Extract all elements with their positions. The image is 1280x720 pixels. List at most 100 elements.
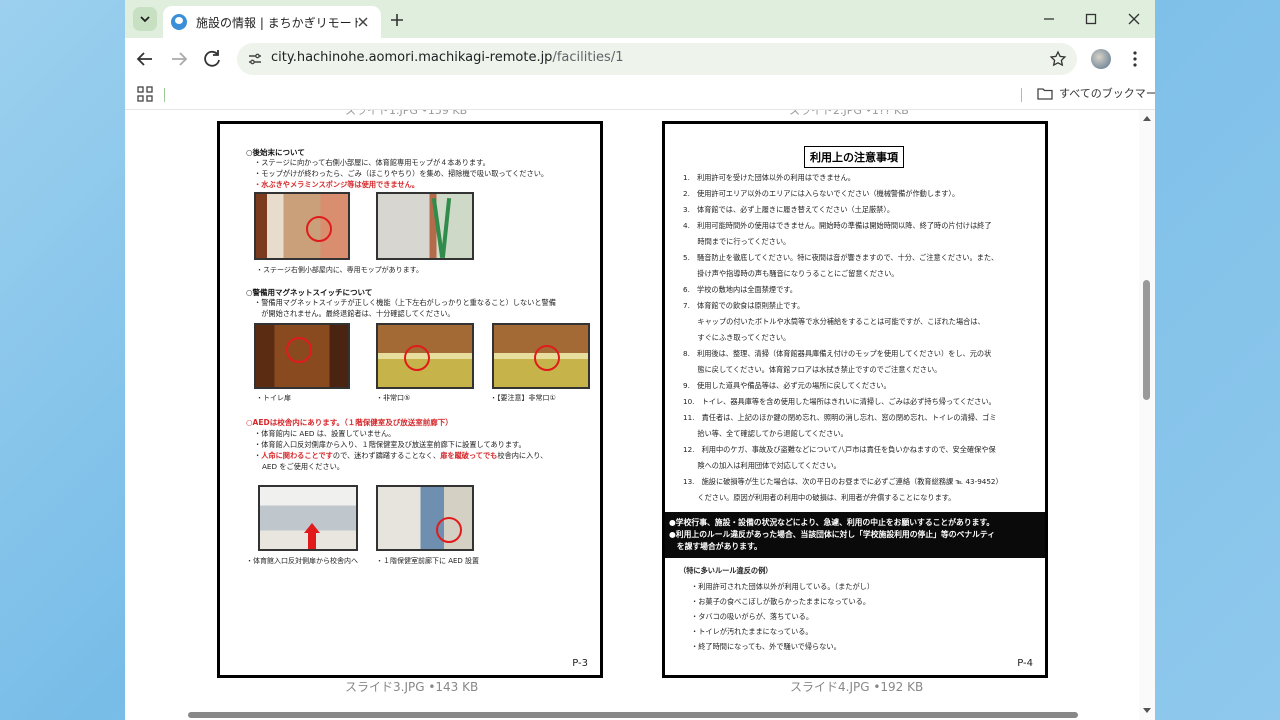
section-title-aed: ○AEDは校舎内にあります。（１階保健室及び放送室前廊下） (246, 418, 453, 427)
notice-line: ●学校行事、施設・設備の状況などにより、急遽、利用の中止をお願いすることがありま… (669, 518, 995, 527)
profile-avatar[interactable] (1091, 49, 1111, 69)
text-line: ・体育館入口反対側扉から入り、１階保健室及び放送室前廊下に設置してあります。 (254, 440, 526, 449)
folder-icon (1037, 87, 1053, 100)
photo-exit-5 (376, 323, 474, 389)
warning-line: ・水ぶきやメラミンスポンジ等は使用できません。 (254, 180, 419, 189)
violation-item: ・終了時間になっても、外で騒いで帰らない。 (691, 642, 841, 651)
page-content: スライド1.JPG •159 KB スライド2.JPG •1?? KB ○後始末… (125, 110, 1155, 720)
active-tab[interactable]: 施設の情報 | まちかぎリモート (163, 6, 381, 38)
tab-title: 施設の情報 | まちかぎリモート (196, 15, 358, 30)
violation-item: ・トイレが汚れたままになっている。 (691, 627, 813, 636)
highlight-circle (286, 337, 312, 363)
highlight-circle (436, 517, 462, 543)
rule-line: 12. 利用中のケガ、事故及び盗難などについて八戸市は責任を負いかねますので、安… (683, 445, 996, 454)
rule-line: 5. 騒音防止を徹底してください。特に夜間は音が響きますので、十分、ご注意くださ… (683, 253, 999, 262)
rule-line: 11. 責任者は、上記のほか鍵の閉め忘れ、照明の消し忘れ、窓の閉め忘れ、トイレの… (683, 413, 997, 422)
slide-title: 利用上の注意事項 (804, 146, 904, 168)
violations-title: （特に多いルール違反の例） (679, 566, 773, 575)
title-bar: 施設の情報 | まちかぎリモート (125, 0, 1155, 38)
vertical-scrollbar[interactable] (1139, 110, 1155, 720)
browser-window: 施設の情報 | まちかぎリモート city.hachinohe.aomori.m… (125, 0, 1155, 720)
text: ので、迷わず躊躇することなく、 (332, 451, 441, 460)
notice-band: ●学校行事、施設・設備の状況などにより、急遽、利用の中止をお願いすることがありま… (665, 512, 1045, 558)
page-number: P-3 (572, 658, 588, 669)
violation-item: ・お菓子の食べこぼしが散らかったままになっている。 (691, 597, 871, 606)
highlight-circle (306, 216, 332, 242)
more-menu-icon[interactable] (1125, 49, 1145, 69)
address-bar[interactable]: city.hachinohe.aomori.machikagi-remote.j… (237, 43, 1077, 75)
photo-exit-1 (492, 323, 590, 389)
photo-stage-room (254, 192, 350, 260)
rule-line: 10. トイレ、器具庫等を含め使用した場所はきれいに清掃し、ごみは必ず持ち帰って… (683, 397, 996, 406)
scroll-up-icon[interactable] (1142, 114, 1152, 122)
rule-line: 9. 使用した道具や備品等は、必ず元の場所に戻してください。 (683, 381, 891, 390)
rule-line: 掛け声や指導時の声も騒音になりうることにご留意ください。 (683, 269, 899, 278)
reload-icon[interactable] (200, 47, 224, 71)
rule-line: 13. 施設に破損等が生じた場合は、次の平日のお昼までに必ずご連絡（教育総務課 … (683, 477, 1003, 486)
text-line: が開始されません。最終退館者は、十分確認してください。 (254, 309, 455, 318)
back-arrow-icon[interactable] (133, 47, 157, 71)
text-line: ・体育館内に AED は、設置していません。 (254, 429, 396, 438)
url-host: city.hachinohe.aomori.machikagi-remote.j… (271, 50, 553, 65)
scrollbar-thumb[interactable] (1143, 280, 1150, 400)
photo-caption: ・非常口⑤ (376, 394, 411, 402)
photo-gym-entrance (258, 485, 358, 551)
slide-caption-top-right: スライド2.JPG •1?? KB (789, 110, 909, 117)
rule-line: 8. 利用後は、整理、清掃（体育館器具庫備え付けのモップを使用してください）をし… (683, 349, 992, 358)
chevron-down-icon (140, 16, 150, 23)
bookmarks-divider (1021, 88, 1022, 102)
minimize-icon[interactable] (1038, 8, 1060, 30)
rule-line: 態に戻してください。体育館フロアは水拭き禁止ですのでご注意ください。 (683, 365, 942, 374)
slide-caption-top-left: スライド1.JPG •159 KB (345, 110, 468, 117)
site-favicon-icon (171, 14, 187, 30)
url-text[interactable]: city.hachinohe.aomori.machikagi-remote.j… (271, 50, 623, 65)
photo-mops (376, 192, 474, 260)
highlight-circle (404, 345, 430, 371)
red-text: 人命に関わることです (261, 451, 333, 460)
text-line: AED をご使用ください。 (262, 462, 344, 471)
apps-grid-icon[interactable] (137, 86, 153, 102)
close-icon[interactable] (355, 14, 371, 30)
photo-caption: ・【要注意】非常口① (490, 394, 556, 402)
bookmarks-divider (164, 88, 165, 102)
tab-search-button[interactable] (133, 7, 157, 31)
all-bookmarks-button[interactable]: すべてのブックマーク (1037, 85, 1155, 101)
arrow-stem (308, 533, 316, 549)
rule-line: ください。原因が利用者の利用中の破損は、利用者が弁償することになります。 (683, 493, 956, 502)
site-settings-tune-icon[interactable] (247, 51, 263, 67)
photo-caption: ・ステージ右側小部屋内に、専用モップがあります。 (256, 266, 423, 274)
slide-image-3[interactable]: ○後始末について ・ステージに向かって右側小部屋に、体育館専用モップが４本ありま… (217, 121, 603, 678)
arrow-up-icon (304, 523, 320, 533)
rule-line: キャップの付いたボトルや水筒等で水分補給をすることは可能ですが、こぼれた場合は、 (683, 317, 985, 326)
new-tab-plus-icon[interactable] (387, 10, 407, 30)
page-number: P-4 (1017, 658, 1033, 669)
rule-line: 6. 学校の敷地内は全面禁煙です。 (683, 285, 797, 294)
horizontal-scrollbar[interactable] (188, 712, 1078, 718)
window-close-icon[interactable] (1123, 8, 1145, 30)
photo-caption: ・トイレ扉 (256, 394, 291, 402)
all-bookmarks-label: すべてのブックマーク (1059, 87, 1155, 100)
maximize-icon[interactable] (1080, 8, 1102, 30)
photo-caption: ・体育館入口反対側扉から校舎内へ (246, 557, 358, 565)
text-line: ・モップがけが終わったら、ごみ（ほこりやちり）を集め、掃除機で吸い取ってください… (254, 169, 549, 178)
rule-line: 1. 利用許可を受けた団体以外の利用はできません。 (683, 173, 855, 182)
slide-caption: スライド3.JPG •143 KB (345, 680, 479, 694)
scroll-down-icon[interactable] (1142, 707, 1152, 715)
rule-line: 険への加入は利用団体で対応してください。 (683, 461, 841, 470)
text-line: ・警備用マグネットスイッチが正しく機能（上下左右がしっかりと重なること）しないと… (254, 298, 556, 307)
rule-line: 4. 利用可能時間外の使用はできません。開始時の準備は開始時間以降、終了時の片付… (683, 221, 992, 230)
violation-item: ・利用許可された団体以外が利用している。（またがし） (691, 582, 875, 591)
bookmarks-bar: すべてのブックマーク (125, 80, 1155, 110)
url-path: /facilities/1 (552, 50, 624, 65)
slide-caption: スライド4.JPG •192 KB (790, 680, 924, 694)
text-line: ・ステージに向かって右側小部屋に、体育館専用モップが４本あります。 (254, 158, 490, 167)
slide-image-4[interactable]: 利用上の注意事項 1. 利用許可を受けた団体以外の利用はできません。 2. 使用… (662, 121, 1048, 678)
text: 校舎内に入り、 (497, 451, 548, 460)
mop-handle (440, 197, 452, 258)
notice-line: を課す場合があります。 (669, 542, 762, 551)
rule-line: すぐにふき取ってください。 (683, 333, 791, 342)
photo-aed-corridor (376, 485, 474, 551)
bookmark-star-icon[interactable] (1049, 50, 1067, 68)
forward-arrow-icon[interactable] (167, 47, 191, 71)
rule-line: 2. 使用許可エリア以外のエリアには入らないでください（機械警備が作動します）。 (683, 189, 960, 198)
